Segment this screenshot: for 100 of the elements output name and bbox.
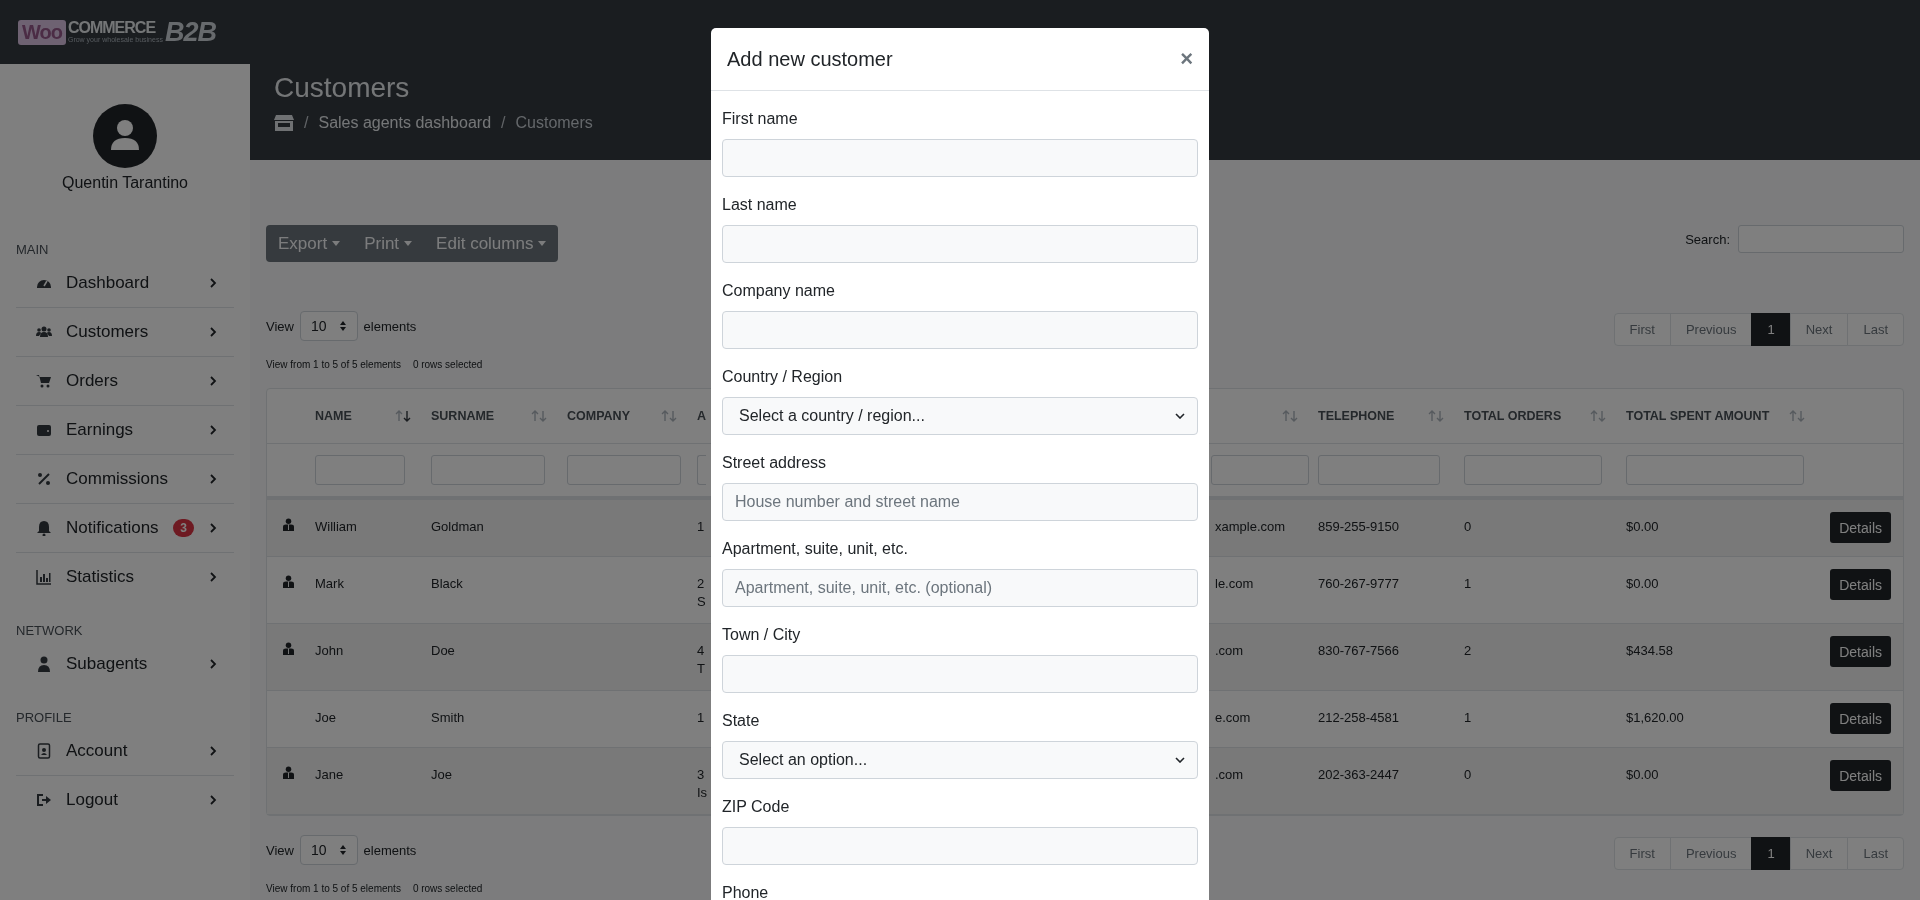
field-label: State xyxy=(722,711,760,731)
store-icon[interactable] xyxy=(274,114,294,132)
dropdown-button[interactable]: Print xyxy=(352,225,425,262)
filter-field[interactable] xyxy=(1318,455,1440,485)
dropdown-button[interactable]: Export xyxy=(266,225,353,262)
details-button[interactable]: Details xyxy=(1830,569,1891,600)
filter-field[interactable] xyxy=(315,455,405,485)
page-button[interactable]: Next xyxy=(1789,313,1849,346)
input-field[interactable] xyxy=(722,827,1198,865)
page-button[interactable]: First xyxy=(1613,837,1671,870)
breadcrumb-link[interactable]: Sales agents dashboard xyxy=(318,114,492,132)
input-field[interactable]: Apartment, suite, unit, etc. (optional) xyxy=(722,569,1198,607)
table-cell: Joe xyxy=(431,767,452,782)
field-label: Last name xyxy=(722,195,797,215)
details-button[interactable]: Details xyxy=(1830,512,1891,543)
sidebar-item[interactable]: Account xyxy=(16,727,234,776)
chevron-icon xyxy=(208,523,218,533)
table-cell: 212-258-4581 xyxy=(1318,710,1399,725)
count-badge: 3 xyxy=(173,519,194,537)
view-label: View xyxy=(266,842,294,858)
filter-field[interactable] xyxy=(431,455,545,485)
input-field[interactable] xyxy=(722,655,1198,693)
column-header[interactable]: TOTAL SPENT AMOUNT xyxy=(1626,409,1770,423)
table-cell: 859-255-9150 xyxy=(1318,519,1399,534)
details-button[interactable]: Details xyxy=(1830,703,1891,734)
dropdown-button[interactable]: Edit columns xyxy=(424,225,559,262)
info-text: View from 1 to 5 of 5 elements xyxy=(266,359,401,370)
page-size-select[interactable]: 10 xyxy=(299,835,358,865)
sidebar-item[interactable]: Commissions xyxy=(16,455,234,504)
filter-field[interactable] xyxy=(1211,455,1309,485)
chevron-icon xyxy=(208,278,218,288)
select-field[interactable]: Select an option... xyxy=(722,741,1198,779)
column-header[interactable]: COMPANY xyxy=(567,409,630,423)
table-cell: $1,620.00 xyxy=(1626,710,1684,725)
input-field[interactable]: House number and street name xyxy=(722,483,1198,521)
chevron-icon xyxy=(208,746,218,756)
input-field[interactable] xyxy=(722,225,1198,263)
view-label: View xyxy=(266,318,294,334)
table-cell: xample.com xyxy=(1215,519,1286,534)
field-label: ZIP Code xyxy=(722,797,790,817)
search-field[interactable] xyxy=(1738,225,1904,253)
page-button[interactable]: Previous xyxy=(1669,837,1753,870)
filter-field[interactable] xyxy=(567,455,681,485)
details-button[interactable]: Details xyxy=(1830,636,1891,667)
chevron-icon xyxy=(208,795,218,805)
input-field[interactable] xyxy=(722,139,1198,177)
breadcrumb-separator: / xyxy=(501,114,506,132)
sidebar-item[interactable]: Dashboard xyxy=(16,259,234,308)
column-header[interactable]: TELEPHONE xyxy=(1318,409,1395,423)
table-cell: Goldman xyxy=(431,519,484,534)
page-button[interactable]: 1 xyxy=(1751,837,1791,870)
filter-field[interactable] xyxy=(697,455,706,485)
sidebar-item[interactable]: Customers xyxy=(16,308,234,357)
breadcrumb-separator: / xyxy=(304,114,309,132)
sidebar-item[interactable]: Logout xyxy=(16,776,234,824)
table-cell: William xyxy=(315,519,357,534)
page-button[interactable]: 1 xyxy=(1751,313,1791,346)
table-cell: 1 xyxy=(1464,576,1472,591)
column-header[interactable]: SURNAME xyxy=(431,409,495,423)
table-cell: Mark xyxy=(315,576,344,591)
table-cell: $0.00 xyxy=(1626,576,1659,591)
page-size-select[interactable]: 10 xyxy=(299,311,358,341)
table-cell: 2 xyxy=(1464,643,1472,658)
selection-text: 0 rows selected xyxy=(412,359,483,370)
page-button[interactable]: Previous xyxy=(1669,313,1753,346)
column-header[interactable]: A xyxy=(697,409,707,423)
sidebar-item[interactable]: Orders xyxy=(16,357,234,406)
field-label: Phone xyxy=(722,883,769,900)
page-button[interactable]: Last xyxy=(1847,837,1904,870)
table-cell: 3 Is xyxy=(697,767,708,800)
user-name: Quentin Tarantino xyxy=(62,174,188,192)
column-header[interactable]: NAME xyxy=(315,409,352,423)
input-field[interactable] xyxy=(722,311,1198,349)
details-button[interactable]: Details xyxy=(1830,760,1891,791)
page-button[interactable]: Last xyxy=(1847,313,1904,346)
page-button[interactable]: Next xyxy=(1789,837,1849,870)
table-cell: Joe xyxy=(315,710,336,725)
table-cell: $434.58 xyxy=(1626,643,1673,658)
table-cell: 0 xyxy=(1464,519,1472,534)
sidebar-item[interactable]: Notifications 3 xyxy=(16,504,234,553)
percent-icon xyxy=(36,471,52,487)
select-field[interactable]: Select a country / region... xyxy=(722,397,1198,435)
filter-field[interactable] xyxy=(1626,455,1804,485)
column-header[interactable]: TOTAL ORDERS xyxy=(1464,409,1562,423)
table-cell: Jane xyxy=(315,767,344,782)
sidebar-item[interactable]: Subagents xyxy=(16,640,234,688)
page-button[interactable]: First xyxy=(1613,313,1671,346)
table-cell: John xyxy=(315,643,344,658)
section-title: MAIN xyxy=(16,242,50,257)
info-text: View from 1 to 5 of 5 elements xyxy=(266,883,401,894)
close-button[interactable]: × xyxy=(1180,46,1193,72)
section-title: NETWORK xyxy=(16,623,84,638)
table-cell: $0.00 xyxy=(1626,767,1659,782)
sidebar-item[interactable]: Statistics xyxy=(16,553,234,601)
sort-icon[interactable] xyxy=(395,410,411,422)
field-label: First name xyxy=(722,109,798,129)
filter-field[interactable] xyxy=(1464,455,1602,485)
sidebar-item[interactable]: Earnings xyxy=(16,406,234,455)
chevron-down-icon xyxy=(1175,413,1185,419)
table-cell: le.com xyxy=(1215,576,1254,591)
